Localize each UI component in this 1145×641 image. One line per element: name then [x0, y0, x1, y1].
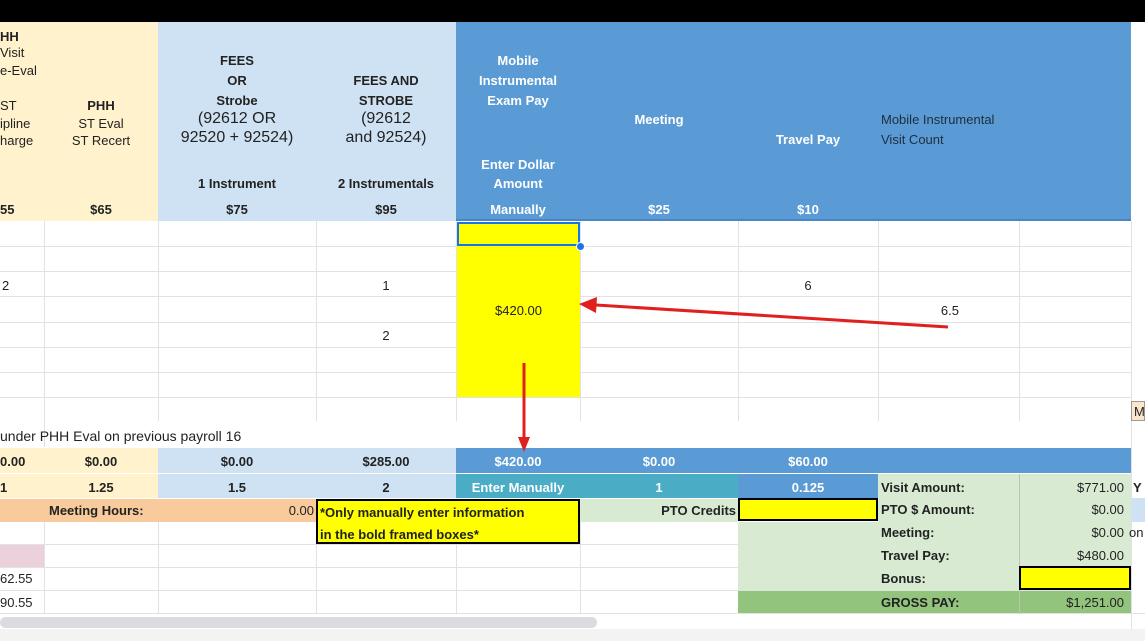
arrow-horizontal-line: [595, 303, 949, 329]
annotation-arrows: [518, 297, 949, 452]
horizontal-scrollbar-track[interactable]: [0, 629, 1145, 641]
horizontal-scrollbar-thumb[interactable]: [0, 617, 597, 628]
arrow-vertical-head: [518, 437, 530, 452]
arrow-horizontal-head: [579, 297, 597, 313]
